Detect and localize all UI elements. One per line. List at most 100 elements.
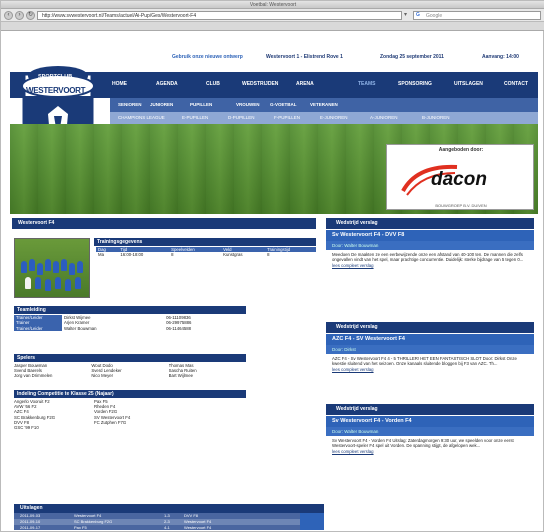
webpage: Gebruik onze nieuwe ontwerp Westervoort … <box>10 32 538 530</box>
competition-team: GSC '99 F10 <box>14 424 39 430</box>
bookmark-item[interactable]: PBM Indsling <box>145 29 169 30</box>
nav-sponsoring[interactable]: SPONSORING <box>398 81 432 87</box>
forward-icon[interactable]: › <box>15 11 24 20</box>
report-author: Door: Walter Bouwman <box>326 241 534 250</box>
bookmark-item[interactable]: Hemel <box>312 29 324 30</box>
competition-row: GSC '99 F10 <box>14 425 174 430</box>
players-header: Spelers <box>14 354 246 362</box>
nav-agenda[interactable]: AGENDA <box>156 81 178 87</box>
report-body: AZC F4 - Sv Westervoort F4 4 - 5 THRILLE… <box>332 356 517 367</box>
bookmark-item[interactable]: Sport/Info p <box>53 29 74 30</box>
nav-wedstrijden[interactable]: WEDSTRIJDEN <box>242 81 278 87</box>
nav-arena[interactable]: ARENA <box>296 81 314 87</box>
browser-window: Voetbal: Westervoort ‹ › ↻ http://www.sv… <box>0 0 544 532</box>
staff-role: Trainer/Leider <box>14 325 62 332</box>
result-cell: 2011-09-17 <box>20 525 41 530</box>
sub-nav-2: CHAMPIONS LEAGUE E-PUPILLEN D-PUPILLEN F-PU… <box>110 112 538 124</box>
logo-top-text: SPORTCLUB <box>38 74 73 80</box>
reload-icon[interactable]: ↻ <box>26 11 35 20</box>
subnav2-item[interactable]: D-PUPILLEN <box>228 115 255 120</box>
bookmark-item[interactable]: Bezoeker en beste dans <box>4 29 47 30</box>
search-input[interactable]: Google <box>413 11 541 20</box>
staff-row: Trainer/Leider Walter Bouwman 06-11464588 <box>14 325 246 332</box>
address-toolbar: ‹ › ↻ http://www.svwestervoort.nl/Teams/… <box>1 9 544 22</box>
nav-contact[interactable]: CONTACT <box>504 81 528 87</box>
training-row: Ma 16:00-18:00 8 Kunstgras 8 <box>96 252 316 257</box>
subnav-senioren[interactable]: SENIOREN <box>118 102 142 107</box>
report-body: Sv Westervoort F4 - Vorden F4 Uitslag: Z… <box>332 438 514 449</box>
player-name: Bart Wijlmee <box>168 373 194 379</box>
sponsor-banner[interactable]: Aangeboden door: dacon BOUWGROEP B.V. DU… <box>386 144 534 210</box>
staff-header: Teamleiding <box>14 306 246 314</box>
nav-home[interactable]: HOME <box>112 81 127 87</box>
subnav-g-voetbal[interactable]: G-VOETBAL <box>270 102 297 107</box>
training-cell: 8 <box>267 252 270 258</box>
subnav-vrouwen[interactable]: VROUWEN <box>236 102 260 107</box>
training-cell: Ma <box>98 252 104 258</box>
bookmark-item[interactable]: Voorinfo <box>329 29 344 30</box>
back-icon[interactable]: ‹ <box>4 11 13 20</box>
subnav2-item[interactable]: B-JUNIOREN <box>422 115 450 120</box>
competition-list: Angerlo Vooruit F2 Pax F5 AVW '66 F2 Rheden… <box>14 399 174 430</box>
report-body: Meedoen De maakten ze een eerbewijzende … <box>332 252 524 263</box>
sub-nav: SENIOREN JUNIOREN PUPILLEN VROUWEN G-VOETBAL… <box>110 98 538 112</box>
report-more-link[interactable]: lees compleet verslag <box>332 263 530 268</box>
report-header: Wedstrijd verslag <box>326 322 534 333</box>
nav-teams[interactable]: TEAMS <box>358 81 376 87</box>
bookmark-item[interactable]: Agil-Dashing <box>80 29 103 30</box>
logo-name-text: WESTERVOORT <box>26 86 86 95</box>
report-match[interactable]: Sv Westervoort F4 - Vorden F4 <box>326 416 534 427</box>
subnav2-item[interactable]: E-JUNIOREN <box>320 115 348 120</box>
training-table: Dag Tijd Speelvelden Veld Trainingstijd Ma 16… <box>96 247 316 258</box>
staff-phone: 06-11464588 <box>166 325 192 331</box>
subnav2-item[interactable]: CHAMPIONS LEAGUE <box>118 115 165 120</box>
report-text: AZC F4 - Sv Westervoort F4 4 - 5 THRILLE… <box>326 355 534 372</box>
google-icon: G <box>416 12 420 18</box>
report-header: Wedstrijd verslag <box>326 218 534 229</box>
report-more-link[interactable]: lees compleet verslag <box>332 367 530 372</box>
nav-uitslagen[interactable]: UITSLAGEN <box>454 81 483 87</box>
bookmark-item[interactable]: Spannender Voor hosting <box>244 29 289 30</box>
report-author: Door: Walter Bouwman <box>326 427 534 436</box>
nav-club[interactable]: CLUB <box>206 81 220 87</box>
subnav-pupillen[interactable]: PUPILLEN <box>190 102 212 107</box>
url-input[interactable]: http://www.svwestervoort.nl/Teams/actuel… <box>37 11 402 20</box>
match-time: Aanvang: 14:00 <box>482 54 519 60</box>
subnav-veteranen[interactable]: VETERANEN <box>310 102 338 107</box>
subnav2-item[interactable]: F-PUPILLEN <box>274 115 300 120</box>
top-link[interactable]: Gebruik onze nieuwe ontwerp <box>172 54 243 60</box>
bookmarks-bar: Bezoeker en beste dans Sport/Info p Agil-D… <box>1 22 544 31</box>
result-cell: Pax F5 <box>74 525 87 530</box>
team-photo[interactable] <box>14 238 90 298</box>
staff-table: Trainer/Leider Dirkst Wijmee 06-11109836 Tr… <box>14 315 246 332</box>
bookmark-item[interactable]: Thuiswedden <box>175 29 199 30</box>
sponsor-name: dacon <box>431 169 487 190</box>
window-title: Voetbal: Westervoort <box>1 1 544 9</box>
report-match[interactable]: Sv Westervoort F4 - DVV F8 <box>326 230 534 241</box>
results-header: Uitslagen <box>14 504 324 513</box>
bookmark-item[interactable]: Plaatsen en ook te <box>205 29 238 30</box>
result-row[interactable]: 2011-09-17 Pax F5 4-1 Westervoort F4 <box>14 525 324 530</box>
report-more-link[interactable]: lees compleet verslag <box>332 449 530 454</box>
match-date: Zondag 25 september 2011 <box>380 54 444 60</box>
staff-name: Walter Bouwman <box>64 325 97 331</box>
bookmark-item[interactable]: Handelsbedrijven <box>109 29 140 30</box>
competition-team <box>94 425 174 430</box>
report-match[interactable]: AZC F4 - SV Westervoort F4 <box>326 334 534 345</box>
bookmark-item[interactable]: Agility <box>295 29 306 30</box>
dropdown-icon[interactable]: ▾ <box>404 11 407 18</box>
report-author: Door: Dirkst <box>326 345 534 354</box>
sponsor-label: Aangeboden door: <box>438 147 484 153</box>
player-name: Nico Meyer <box>91 373 114 379</box>
training-header: Trainingsgegevens <box>94 238 316 246</box>
training-cell: Kunstgras <box>223 252 243 258</box>
training-cell: 16:00-18:00 <box>120 252 144 258</box>
result-score-cell <box>300 525 324 530</box>
next-match: Westervoort 1 - Elistrend Rove 1 <box>266 54 343 60</box>
players-row: Jorg van Drimmelen Nico Meyer Bart Wijlmee <box>14 373 246 378</box>
result-cell: 4-1 <box>164 525 170 530</box>
subnav2-item[interactable]: A-JUNIOREN <box>370 115 398 120</box>
subnav2-item[interactable]: E-PUPILLEN <box>182 115 208 120</box>
competition-header: Indeling Competitie te Klasse 25 (Najaar… <box>14 390 246 398</box>
subnav-junioren[interactable]: JUNIOREN <box>150 102 173 107</box>
